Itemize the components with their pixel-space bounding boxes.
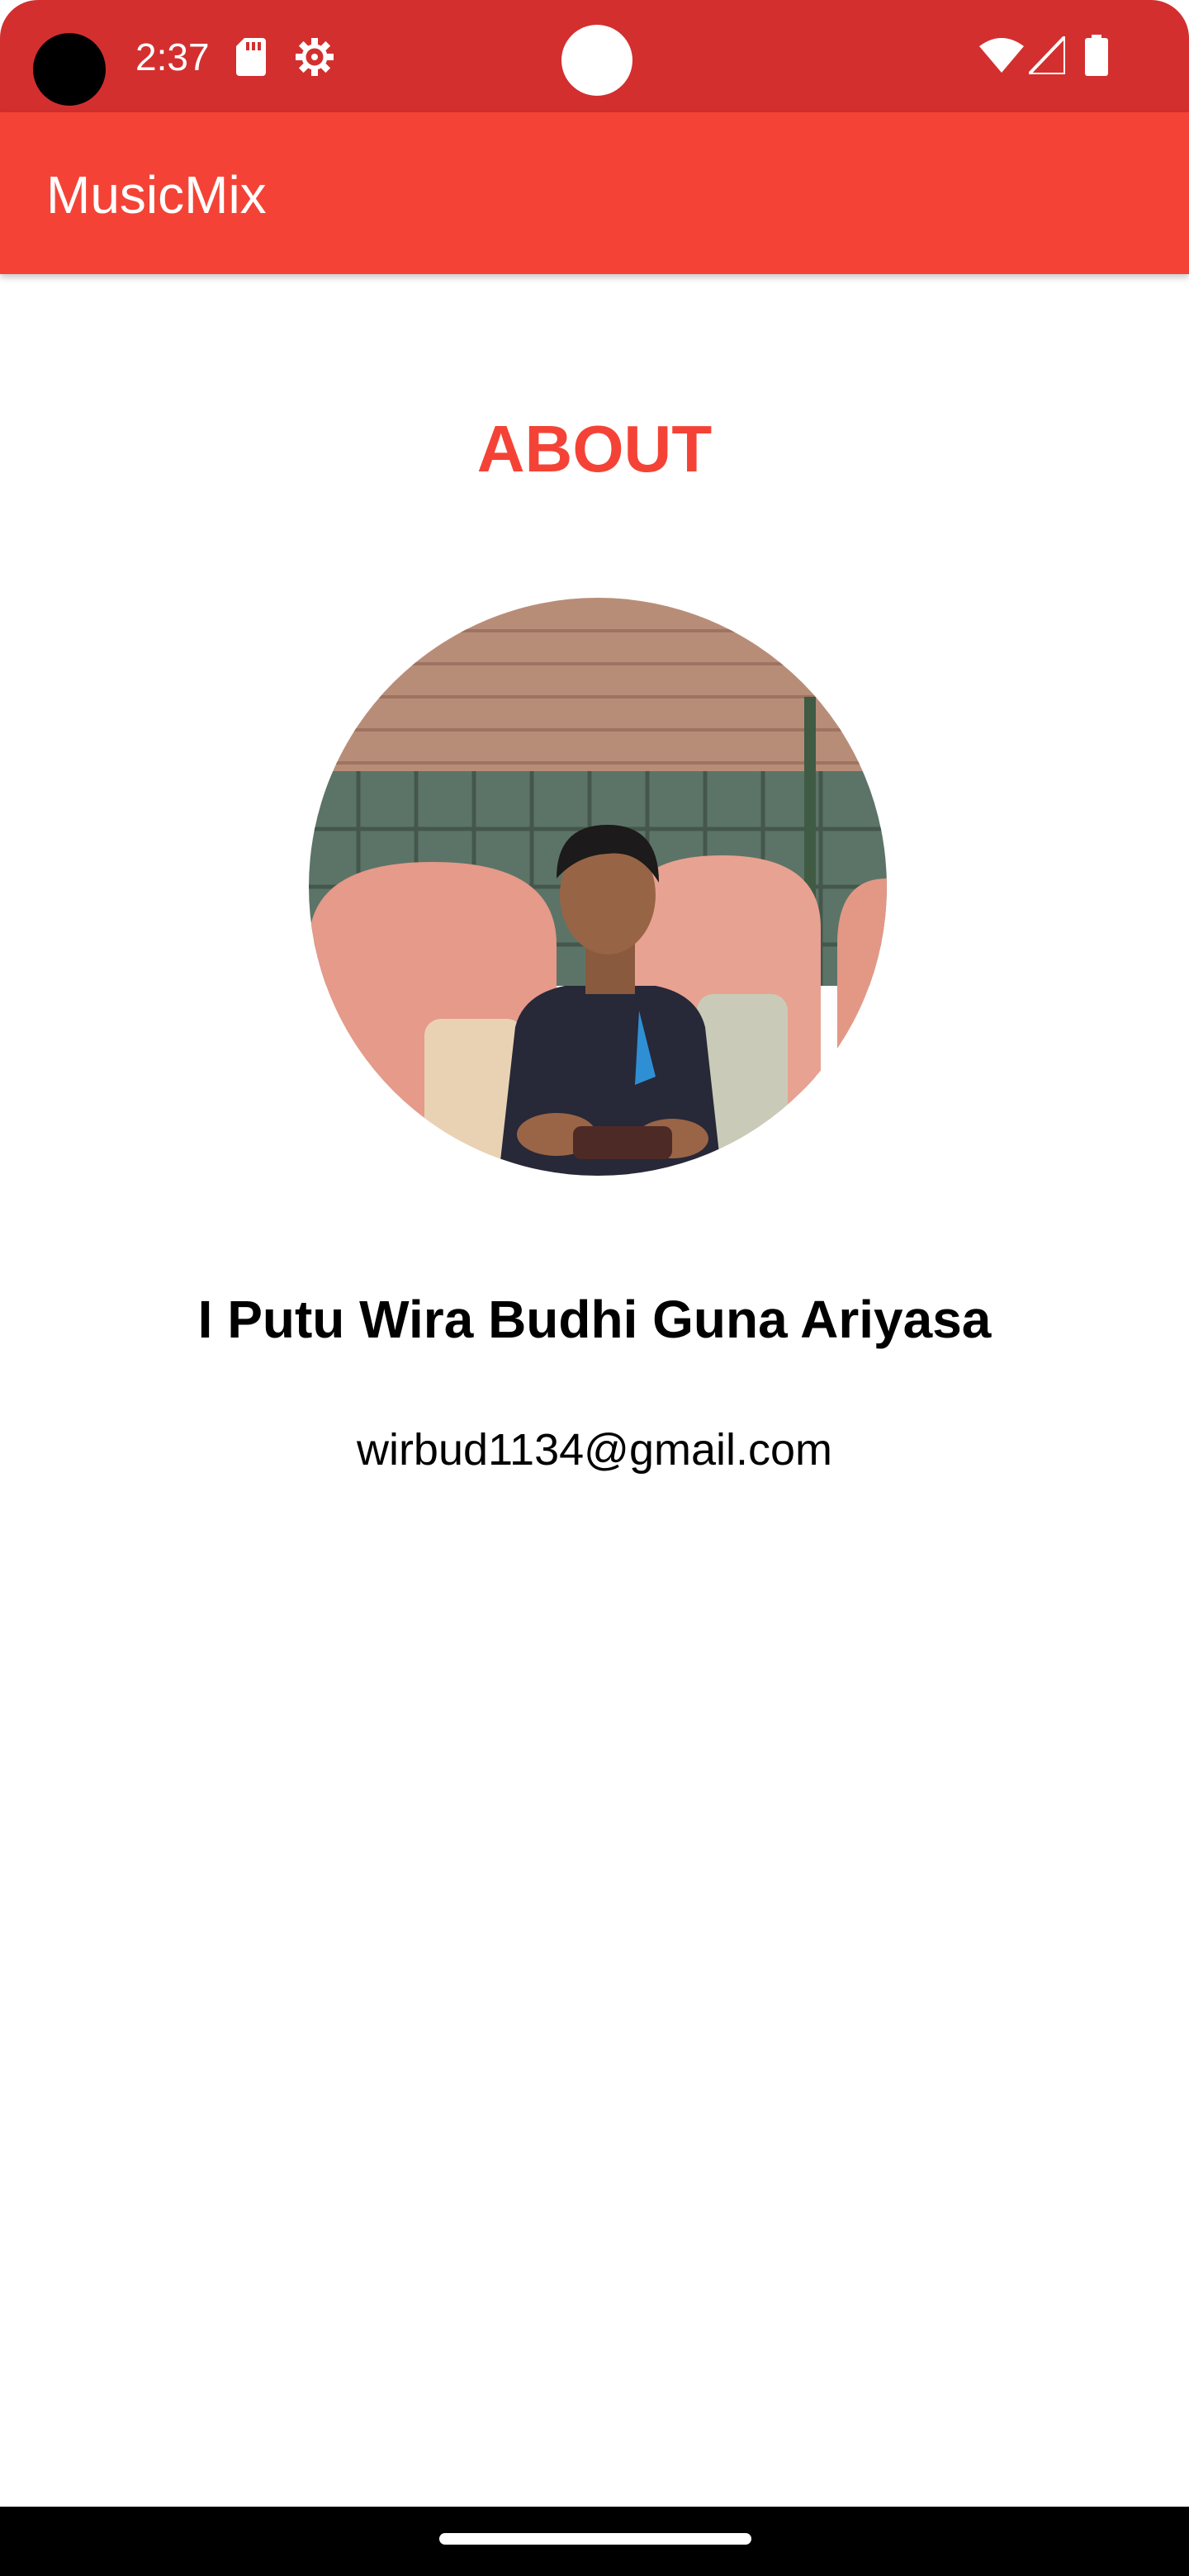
battery-icon bbox=[1085, 35, 1108, 76]
home-indicator[interactable] bbox=[439, 2533, 751, 2545]
navigation-bar bbox=[0, 2507, 1189, 2576]
settings-gear-icon bbox=[296, 38, 334, 76]
profile-name: I Putu Wira Budhi Guna Ariyasa bbox=[197, 1290, 992, 1349]
camera-cutout bbox=[33, 33, 106, 106]
center-indicator-dot bbox=[561, 25, 632, 96]
wifi-icon bbox=[979, 38, 1024, 73]
profile-photo bbox=[309, 598, 887, 1176]
sd-card-icon bbox=[236, 38, 266, 76]
cell-signal-icon bbox=[1029, 36, 1065, 74]
status-bar: 2:37 bbox=[0, 0, 1189, 112]
app-bar: MusicMix bbox=[0, 112, 1189, 274]
about-heading: ABOUT bbox=[476, 412, 713, 485]
status-time: 2:37 bbox=[135, 36, 210, 78]
profile-avatar bbox=[309, 598, 887, 1176]
app-title: MusicMix bbox=[46, 165, 267, 225]
profile-email: wirbud1134@gmail.com bbox=[356, 1425, 833, 1475]
about-screen: 2:37 MusicMix ABOUT I Putu Wira Budhi Gu… bbox=[0, 0, 1189, 2576]
